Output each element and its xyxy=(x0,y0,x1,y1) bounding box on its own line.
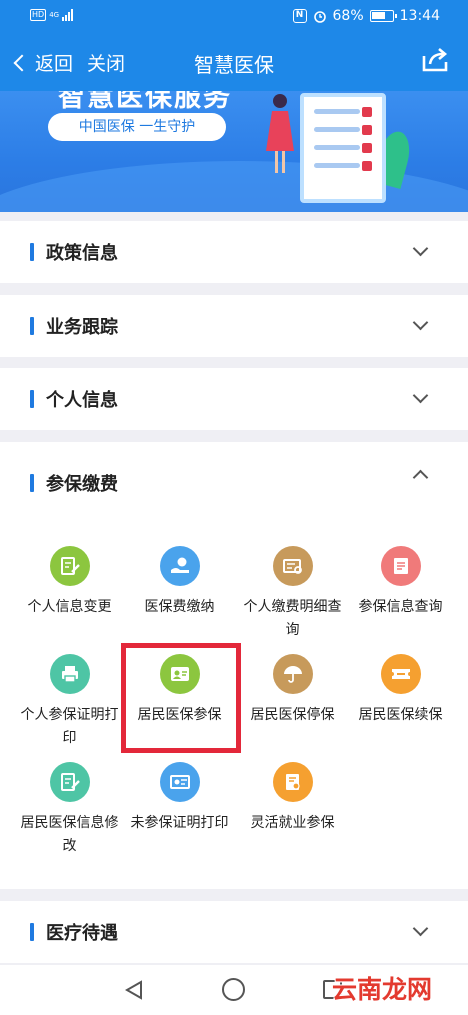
watermark: 云南龙网 xyxy=(331,975,432,1004)
service-item-certificate-print[interactable]: 个人参保证明打印 xyxy=(11,654,128,750)
highlight-frame xyxy=(121,643,241,753)
banner-slogan: 中国医保 一生守护 xyxy=(48,113,226,141)
chevron-up-icon xyxy=(412,469,429,486)
service-item-resident-info-edit[interactable]: 居民医保信息修改 xyxy=(11,762,128,858)
section-header[interactable]: 政策信息 xyxy=(0,221,468,283)
section-accent-bar xyxy=(30,474,34,492)
ticket-icon xyxy=(380,654,421,694)
section-accent-bar xyxy=(30,317,34,335)
service-label: 个人信息变更 xyxy=(27,599,112,615)
section-header[interactable]: 参保缴费 xyxy=(0,442,468,524)
hd-indicator: HD xyxy=(30,9,47,21)
service-label: 医保费缴纳 xyxy=(144,599,215,615)
section-title: 个人信息 xyxy=(46,390,118,411)
section-title: 参保缴费 xyxy=(46,474,118,495)
service-label: 未参保证明打印 xyxy=(130,815,229,831)
document-icon xyxy=(380,546,421,586)
battery-icon xyxy=(369,10,397,22)
chevron-down-icon xyxy=(412,240,429,257)
service-label: 个人缴费明细查询 xyxy=(243,599,342,638)
chevron-down-icon xyxy=(412,387,429,404)
section-header[interactable]: 业务跟踪 xyxy=(0,295,468,357)
umbrella-icon xyxy=(272,654,313,694)
section-title: 业务跟踪 xyxy=(46,317,118,338)
service-label: 灵活就业参保 xyxy=(250,815,335,831)
clock: 13:44 xyxy=(399,8,440,24)
banner[interactable]: 智慧医保服务 中国医保 一生守护 xyxy=(0,91,468,212)
service-item-personal-info-change[interactable]: 个人信息变更 xyxy=(11,546,128,619)
service-item-uninsured-certificate[interactable]: 未参保证明打印 xyxy=(121,762,238,835)
section-header[interactable]: 医疗待遇 xyxy=(0,901,468,963)
edit-form-icon xyxy=(49,762,90,802)
section-accent-bar xyxy=(30,243,34,261)
service-label: 参保信息查询 xyxy=(358,599,443,615)
section-title: 医疗待遇 xyxy=(46,923,118,944)
network-indicator: 4G xyxy=(49,11,60,19)
chevron-down-icon xyxy=(412,920,429,937)
home-circle-icon[interactable] xyxy=(222,978,245,1001)
checklist-illustration xyxy=(300,93,386,203)
user-document-icon xyxy=(272,762,313,802)
service-label: 居民医保停保 xyxy=(250,707,335,723)
service-item-insurance-info-query[interactable]: 参保信息查询 xyxy=(342,546,459,619)
certificate-icon xyxy=(159,762,200,802)
section-medical-benefits[interactable]: 医疗待遇 xyxy=(0,901,468,963)
banner-title: 智慧医保服务 xyxy=(58,91,232,113)
service-label: 居民医保信息修改 xyxy=(20,815,119,854)
chevron-down-icon xyxy=(412,314,429,331)
section-title: 政策信息 xyxy=(46,243,118,264)
woman-illustration xyxy=(266,94,294,173)
page-title: 智慧医保 xyxy=(194,53,274,77)
service-item-flexible-employment[interactable]: 灵活就业参保 xyxy=(234,762,351,835)
edit-form-icon xyxy=(49,546,90,586)
section-accent-bar xyxy=(30,390,34,408)
section-policy-info[interactable]: 政策信息 xyxy=(0,221,468,283)
printer-icon xyxy=(49,654,90,694)
service-label: 居民医保续保 xyxy=(358,707,443,723)
section-accent-bar xyxy=(30,923,34,941)
share-icon[interactable] xyxy=(420,46,450,74)
alarm-icon xyxy=(313,11,326,23)
section-header[interactable]: 个人信息 xyxy=(0,368,468,430)
signal-icon xyxy=(62,9,74,21)
battery-percent: 68% xyxy=(332,8,364,24)
nfc-icon: N xyxy=(292,9,307,23)
service-item-resident-suspend[interactable]: 居民医保停保 xyxy=(234,654,351,727)
top-bar: HD 4G N 68% 13:44 返回 关闭 智慧医保 xyxy=(0,0,468,91)
section-personal-info[interactable]: 个人信息 xyxy=(0,368,468,430)
service-item-resident-renew[interactable]: 居民医保续保 xyxy=(342,654,459,727)
hand-coin-icon xyxy=(159,546,200,586)
status-bar: HD 4G N 68% 13:44 xyxy=(0,0,468,34)
service-item-pay-premium[interactable]: 医保费缴纳 xyxy=(121,546,238,619)
service-label: 个人参保证明打印 xyxy=(20,707,119,746)
search-record-icon xyxy=(272,546,313,586)
nav-bar: 返回 关闭 智慧医保 xyxy=(0,34,468,91)
back-triangle-icon[interactable] xyxy=(123,979,145,1001)
service-item-payment-detail-query[interactable]: 个人缴费明细查询 xyxy=(234,546,351,642)
section-business-tracking[interactable]: 业务跟踪 xyxy=(0,295,468,357)
